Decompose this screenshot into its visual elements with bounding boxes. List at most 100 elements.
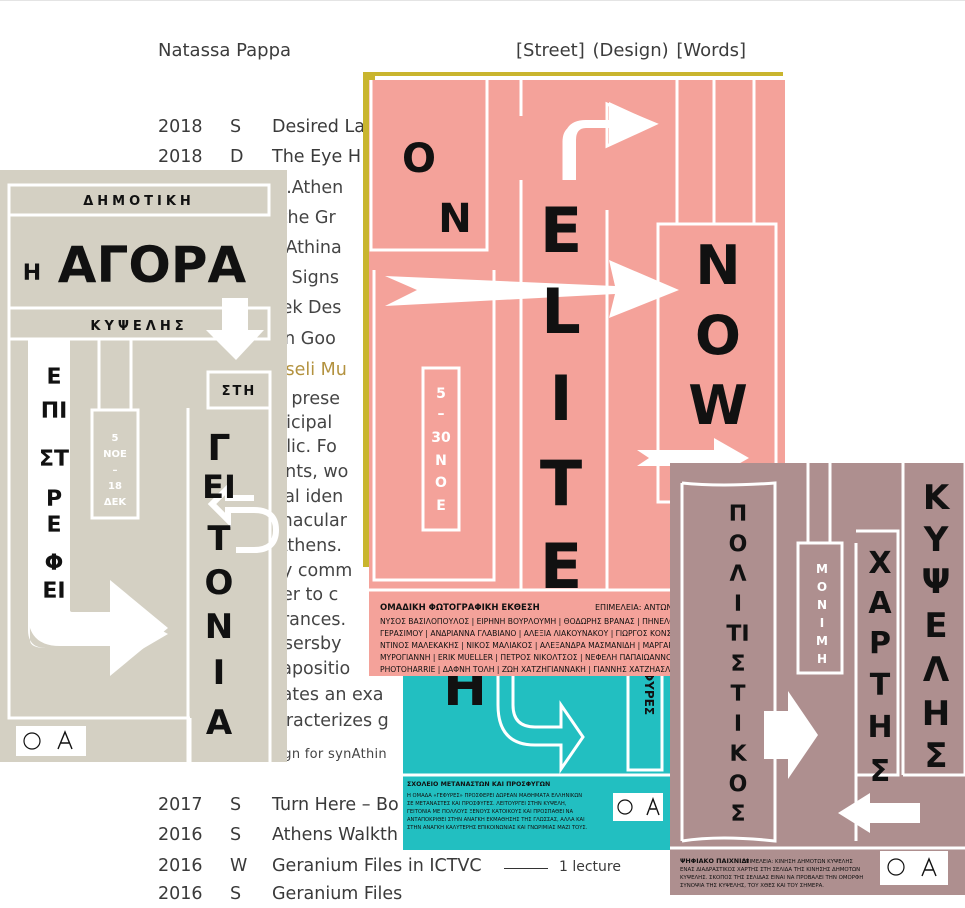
poster-letter: Ι [820, 616, 824, 630]
poster-footer-line: ΕΠΙΜΕΛΕΙΑ: ΚΙΝΗΣΗ ΔΗΜΟΤΩΝ ΚΥΨΕΛΗΣ [742, 859, 853, 865]
poster-sti: ΣΤΗ [222, 384, 257, 399]
arrow-up-right-icon [564, 102, 657, 180]
poster-accent-bar [363, 72, 783, 76]
poster-letter: Κ [923, 478, 951, 518]
project-title[interactable]: Geranium Files in ICTVC [272, 856, 482, 876]
poster-footer-line: ΝΤΙΝΟΣ ΜΑΛΕΚΑΚΗΣ | ΝΙΚΟΣ ΜΑΛΙΑΚΟΣ | ΑΛΕΞ… [380, 641, 673, 650]
poster-letter: Σ [924, 736, 947, 776]
project-type: W [230, 856, 248, 876]
poster-letter: ΣΤ [39, 447, 69, 472]
poster-letter: ΠΙ [41, 399, 68, 424]
poster-letter: Ι [734, 712, 742, 737]
poster-letter: E [540, 194, 582, 267]
project-type: S [230, 825, 242, 845]
project-year: 2018 [158, 147, 203, 167]
poster-footer-line: ΜΥΡΟΓΙΑΝΝΗ | ERIK MUELLER | ΠΕΤΡΟΣ ΝΙΚΟΛ… [380, 653, 672, 662]
poster-footer-title: ΨΗΦΙΑΚΟ ΠΑΙΧΝΙΔΙ [680, 857, 749, 865]
poster-letter: Ι [213, 653, 226, 693]
project-title[interactable]: Turn Here – Bo [272, 795, 399, 815]
poster-letter: Υ [923, 520, 949, 560]
poster-letter: Ο [729, 772, 748, 797]
poster-letter: Σ [730, 652, 745, 677]
poster-agora[interactable]: ΔΗΜΟΤΙΚΗ Η ΑΓΟΡΑ ΚΥΨΕΛΗΣ Ε ΠΙ ΣΤ Ρ Ε Φ Ε… [0, 170, 287, 762]
poster-date: Ν [435, 453, 447, 469]
poster-footer-curator: ΕΠΙΜΕΛΕΙΑ: ΑΝΤΩΝΑ [595, 603, 678, 612]
poster-date: ΝΟΕ [103, 449, 127, 460]
poster-letter: Χ [868, 546, 891, 581]
poster-letter: Ν [205, 607, 233, 647]
poster-footer-line: ΣΥΝΟΨΙΑ ΤΗΣ ΚΥΨΕΛΗΣ, ΤΟΥ ΧΘΕΣ ΚΑΙ ΤΟΥ ΣΗ… [680, 883, 824, 889]
poster-letter: Κ [729, 742, 747, 767]
poster-letter: Α [868, 586, 892, 621]
poster-date: – [113, 465, 118, 476]
poster-footer-line: ΝΥΣΟΣ ΒΑΣΙΛΟΠΟΥΛΟΣ | ΕΙΡΗΝΗ ΒΟΥΡΛΟΥΜΗ | … [380, 617, 675, 626]
poster-letter: Η [867, 710, 892, 745]
project-title[interactable]: The Eye H [272, 147, 361, 167]
poster-date: 5 [112, 433, 119, 444]
poster-letter: Γ [208, 428, 231, 469]
poster-letter: O [695, 304, 741, 367]
poster-letter: Λ [923, 650, 950, 690]
poster-letter: T [540, 447, 582, 520]
poster-letter: Ε [46, 513, 61, 538]
poster-letter: Τ [730, 682, 745, 707]
poster-footer-line: ΓΕΙΤΟΝΙΑ ΜΕ ΠΟΛΛΟΥΣ ΞΕΝΟΥΣ ΚΑΤΟΙΚΟΥΣ ΚΑΙ… [407, 809, 574, 815]
poster-letter: Ψ [922, 562, 951, 602]
poster-footer-line: ΓΕΡΑΣΙΜΟΥ | ΑΝΔΡΙΑΝΝΑ ΓΛΑΒΙΑΝΟ | ΑΛΕΞΙΑ … [380, 629, 676, 638]
project-type: S [230, 884, 242, 904]
poster-date: Ε [436, 498, 446, 514]
project-title[interactable]: Desired La [272, 117, 365, 137]
poster-letter: Α [206, 703, 233, 743]
site-name-link[interactable]: Natassa Pappa [158, 40, 291, 61]
poster-footer-title: ΣΧΟΛΕΙΟ ΜΕΤΑΝΑΣΤΩΝ ΚΑΙ ΠΡΟΣΦΥΓΩΝ [407, 781, 550, 788]
poster-sub-label: ΚΥΨΕΛΗΣ [90, 319, 187, 334]
poster-footer-line: ΣΤΗΝ ΑΝΑΓΚΗ ΚΑΛΥΤΕΡΗΣ ΕΠΙΚΟΙΝΩΝΙΑΣ ΚΑΙ Γ… [407, 825, 588, 831]
site-nav-link[interactable]: [Street] (Design) [Words] [516, 40, 746, 61]
poster-letter: Τ [870, 668, 891, 703]
poster-date: 30 [431, 430, 451, 446]
poster-letter: Ε [924, 606, 947, 646]
sponsor-logos [880, 851, 948, 885]
project-year: 2016 [158, 825, 203, 845]
poster-eta: Η [23, 261, 41, 286]
poster-footer-title: ΟΜΑΔΙΚΗ ΦΩΤΟΓΡΑΦΙΚΗ ΕΚΘΕΣΗ [380, 603, 540, 613]
poster-letter: Ρ [46, 487, 62, 512]
arrow-right-icon [385, 260, 679, 318]
project-note: 1 lecture [559, 859, 621, 875]
poster-letter: Μ [816, 634, 828, 648]
poster-date: Ο [435, 475, 447, 491]
project-year: 2017 [158, 795, 203, 815]
poster-footer-line: PHOTOHARRIE | ΔΑΦΝΗ ΤΟΛΗ | ΖΩΗ ΧΑΤΖΗΓΙΑΝ… [380, 665, 683, 674]
project-title[interactable]: Athens Walkth [272, 825, 398, 845]
poster-letter: O [402, 136, 436, 182]
poster-letter: Σ [870, 754, 891, 789]
poster-date: – [438, 406, 445, 422]
poster-letter: Μ [816, 562, 828, 576]
poster-letter: Λ [729, 562, 746, 587]
poster-letter: Τ [207, 519, 231, 559]
poster-footer-line: Η ΟΜΑΔΑ «ΓΕΦΥΡΕΣ» ΠΡΟΣΦΕΡΕΙ ΔΩΡΕΑΝ ΜΑΘΗΜ… [407, 793, 582, 799]
poster-date: 18 [108, 481, 122, 492]
poster-letter: ΤΙ [726, 622, 749, 647]
poster-footer-line: ΣΕ ΜΕΤΑΝΑΣΤΕΣ ΚΑΙ ΠΡΟΣΦΥΓΕΣ. ΛΕΙΤΟΥΡΓΕΙ … [407, 801, 567, 807]
top-border [0, 0, 965, 1]
poster-letter: Ρ [869, 626, 891, 661]
poster-kypselis[interactable]: Π Ο Λ Ι ΤΙ Σ Τ Ι Κ Ο Σ Μ Ο Ν Ι Μ Η Χ Α Ρ… [670, 463, 965, 895]
poster-letter: Ο [729, 532, 748, 557]
project-year: 2018 [158, 117, 203, 137]
poster-footer-line: ΚΥΨΕΛΗΣ. ΣΚΟΠΟΣ ΤΗΣ ΣΕΛΙΔΑΣ ΕΙΝΑΙ ΝΑ ΠΡΟ… [680, 875, 863, 881]
poster-letter: Ο [205, 563, 234, 603]
poster-letter: Ο [817, 580, 827, 594]
poster-letter: Ι [734, 592, 742, 617]
project-year: 2016 [158, 856, 203, 876]
poster-footer-line: ΕΝΑΣ ΔΙΑΔΡΑΣΤΙΚΟΣ ΧΑΡΤΗΣ ΣΤΗ ΣΕΛΙΔΑ ΤΗΣ … [680, 867, 860, 873]
poster-letter: Φ [45, 551, 64, 576]
poster-date: 5 [436, 386, 446, 402]
project-title[interactable]: Geranium Files [272, 884, 402, 904]
poster-letter: N [438, 196, 471, 242]
poster-letter: Ε [46, 365, 61, 390]
project-row[interactable]: 2016 W Geranium Files in ICTVC 1 lecture [158, 856, 638, 880]
project-type: S [230, 117, 242, 137]
poster-letter: W [688, 374, 748, 437]
sponsor-logos [16, 726, 86, 756]
